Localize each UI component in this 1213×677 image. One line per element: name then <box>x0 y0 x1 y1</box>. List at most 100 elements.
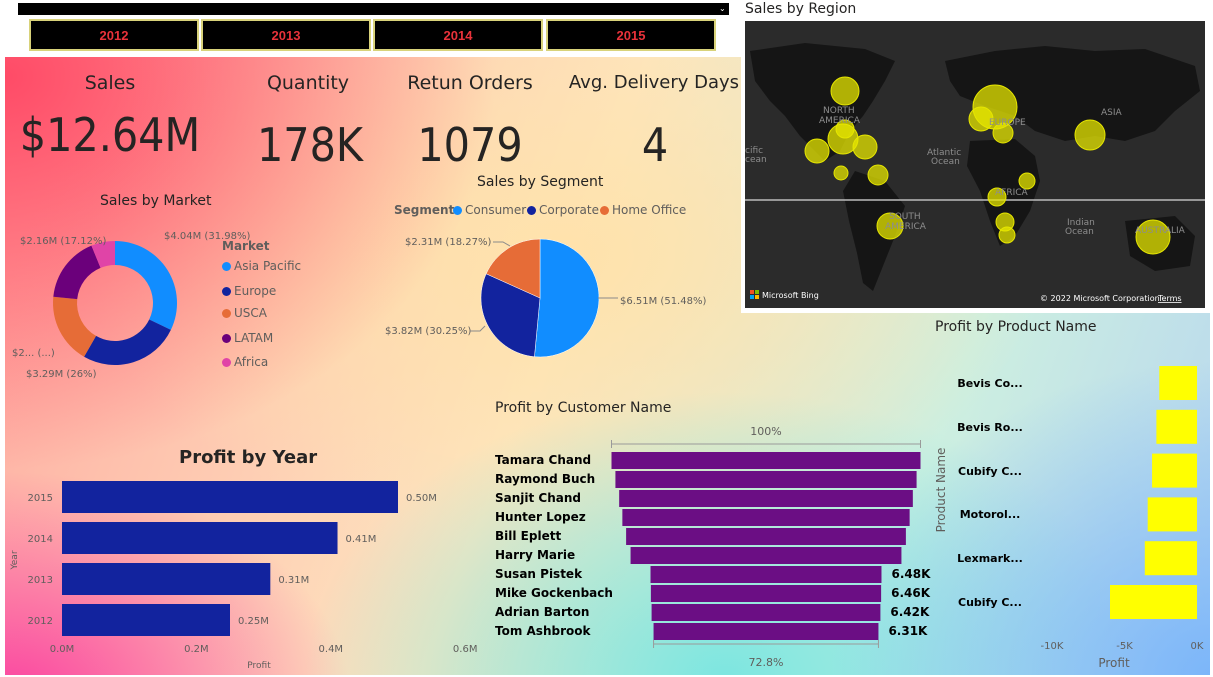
year-bar-2014[interactable] <box>62 522 338 554</box>
map-bing-attribution: Microsoft Bing <box>762 291 819 300</box>
legend-item-corporate[interactable]: Corporate <box>527 203 599 217</box>
kpi-sales-value: $12.64M <box>19 108 201 162</box>
year-slicer-header[interactable] <box>18 3 729 15</box>
map-label-south-america: SOUTH AMERICA <box>885 212 927 232</box>
customer-name-label: Hunter Lopez <box>495 510 586 524</box>
map-label-europe: EUROPE <box>989 118 1026 128</box>
product-bar[interactable] <box>1156 409 1197 444</box>
year-button-2012[interactable]: 2012 <box>29 19 199 51</box>
region-bubble[interactable] <box>1018 172 1036 190</box>
profit-by-year-title: Profit by Year <box>179 447 318 468</box>
year-button-2013[interactable]: 2013 <box>201 19 371 51</box>
year-x-tick: 0.0M <box>50 644 75 655</box>
customer-bar[interactable] <box>651 604 881 621</box>
year-tick-label: 2013 <box>28 575 53 586</box>
customer-bar[interactable] <box>622 509 910 526</box>
chevron-down-icon[interactable]: ⌄ <box>719 3 726 15</box>
product-x-tick: -5K <box>1116 641 1133 652</box>
market-label-usca: $2... (...) <box>12 348 55 359</box>
customer-bar[interactable] <box>650 585 882 602</box>
product-x-tick: -10K <box>1041 641 1064 652</box>
customer-name-label: Sanjit Chand <box>495 491 582 505</box>
customer-bar[interactable] <box>630 547 902 564</box>
legend-item-consumer[interactable]: Consumer <box>453 203 526 217</box>
product-bar[interactable] <box>1144 541 1197 576</box>
legend-dot-icon <box>527 205 536 215</box>
customer-name-label: Tamara Chand <box>495 453 592 467</box>
donut-slice-latam[interactable] <box>53 245 101 300</box>
year-button-2015[interactable]: 2015 <box>546 19 716 51</box>
legend-item-asia-pacific[interactable]: Asia Pacific <box>222 259 301 273</box>
year-bar-2015[interactable] <box>62 481 398 513</box>
legend-item-home-office[interactable]: Home Office <box>600 203 686 217</box>
legend-item-europe[interactable]: Europe <box>222 284 276 298</box>
map-label-africa: AFRICA <box>995 188 1029 198</box>
year-tick-label: 2015 <box>28 493 53 504</box>
sales-by-region-map[interactable]: NORTH AMERICA EUROPE ASIA AFRICA SOUTH AME… <box>745 21 1205 308</box>
donut-slice-asia-pacific[interactable] <box>115 241 177 330</box>
customer-value-label: 6.48K <box>891 567 931 581</box>
region-bubble[interactable] <box>852 134 878 160</box>
year-data-label: 0.25M <box>238 616 269 627</box>
customer-value-label: 6.42K <box>890 605 930 619</box>
product-bar[interactable] <box>1110 585 1197 619</box>
legend-dot-icon <box>222 357 231 367</box>
world-map-svg[interactable]: NORTH AMERICA EUROPE ASIA AFRICA SOUTH AME… <box>745 21 1205 308</box>
legend-item-africa[interactable]: Africa <box>222 355 268 369</box>
customer-bar[interactable] <box>653 623 879 640</box>
profit-by-customer-funnel[interactable]: 100% 72.8% <box>600 420 930 675</box>
customer-name-label: Susan Pistek <box>495 567 583 581</box>
year-bar-2013[interactable] <box>62 563 271 595</box>
customer-bar[interactable] <box>626 528 906 545</box>
customer-bar[interactable] <box>611 452 921 469</box>
region-bubble[interactable] <box>867 164 889 186</box>
sales-by-market-donut[interactable] <box>40 228 190 378</box>
map-copyright: © 2022 Microsoft Corporation <box>1040 294 1160 303</box>
product-bar[interactable] <box>1147 497 1197 532</box>
customer-value-label: 6.46K <box>891 586 931 600</box>
customer-name-label: Adrian Barton <box>495 605 590 619</box>
donut-slice-europe[interactable] <box>84 319 171 365</box>
customer-value-label: 6.31K <box>888 624 928 638</box>
year-x-axis-label: Profit <box>247 661 271 671</box>
funnel-bottom-label: 72.8% <box>749 656 784 669</box>
year-y-axis-label: Year <box>10 550 20 570</box>
region-bubble[interactable] <box>830 76 860 106</box>
product-bar[interactable] <box>1152 453 1197 488</box>
product-bar[interactable] <box>1159 366 1197 400</box>
customer-name-label: Harry Marie <box>495 548 576 562</box>
market-label-asia-pacific: $4.04M (31.98%) <box>164 231 251 242</box>
customer-name-label: Raymond Buch <box>495 472 596 486</box>
segment-leader-lines <box>470 241 618 332</box>
region-bubble[interactable] <box>804 138 830 164</box>
year-x-tick: 0.4M <box>319 644 344 655</box>
region-bubble[interactable] <box>833 165 849 181</box>
customer-bar[interactable] <box>650 566 882 583</box>
year-data-label: 0.41M <box>346 534 377 545</box>
year-button-2014[interactable]: 2014 <box>373 19 543 51</box>
customer-name-label: Mike Gockenbach <box>495 586 613 600</box>
profit-by-year-chart[interactable]: 2015 0.50M 2014 0.41M 2013 0.31M 2012 0.25M 0.0M… <box>8 472 478 672</box>
legend-dot-icon <box>453 205 462 215</box>
profit-by-product-chart[interactable]: -10K -5K 0K Profit Product Name <box>930 350 1208 675</box>
customer-bar[interactable] <box>619 490 913 507</box>
customer-bar[interactable] <box>615 471 917 488</box>
legend-dot-icon <box>222 286 231 296</box>
kpi-return-orders-title: Retun Orders <box>407 72 533 94</box>
product-y-axis-label: Product Name <box>934 448 948 533</box>
region-bubble[interactable] <box>1074 119 1106 151</box>
legend-item-latam[interactable]: LATAM <box>222 331 273 345</box>
kpi-delivery-days-value: 4 <box>641 118 669 172</box>
year-data-label: 0.31M <box>278 575 309 586</box>
map-label-australia: AUSTRALIA <box>1135 226 1186 236</box>
sales-by-region-title: Sales by Region <box>745 1 857 17</box>
kpi-sales-title: Sales <box>84 72 136 94</box>
map-label-north-america: NORTH AMERICA <box>819 106 861 126</box>
kpi-return-orders-value: 1079 <box>417 118 523 172</box>
map-label-indian: Indian Ocean <box>1065 218 1095 237</box>
map-terms-link[interactable]: Terms <box>1157 294 1182 303</box>
sales-by-market-title: Sales by Market <box>100 193 212 209</box>
year-bar-2012[interactable] <box>62 604 230 636</box>
legend-item-usca[interactable]: USCA <box>222 306 267 320</box>
region-bubble[interactable] <box>998 226 1016 244</box>
